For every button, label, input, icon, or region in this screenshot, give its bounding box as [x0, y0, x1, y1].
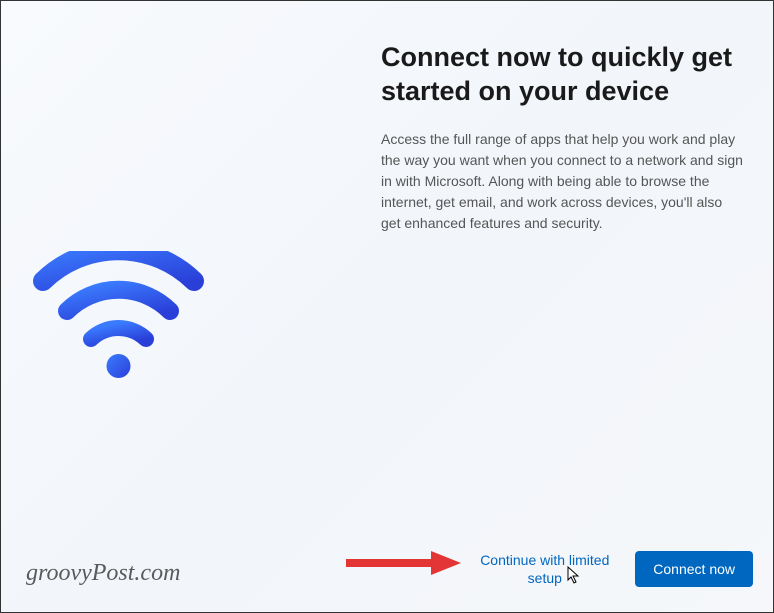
wifi-icon — [31, 251, 206, 381]
illustration-pane — [1, 1, 371, 612]
page-description: Access the full range of apps that help … — [381, 129, 743, 234]
page-title: Connect now to quickly get started on yo… — [381, 41, 743, 109]
connect-now-button[interactable]: Connect now — [635, 551, 753, 587]
setup-dialog: Connect now to quickly get started on yo… — [1, 1, 773, 612]
footer-actions: Continue with limited setup Connect now — [472, 551, 753, 587]
cursor-icon — [567, 566, 581, 584]
watermark-text: groovyPost.com — [26, 560, 180, 587]
continue-limited-setup-link[interactable]: Continue with limited setup — [472, 551, 617, 587]
content-pane: Connect now to quickly get started on yo… — [371, 1, 773, 612]
annotation-arrow-icon — [341, 548, 461, 578]
